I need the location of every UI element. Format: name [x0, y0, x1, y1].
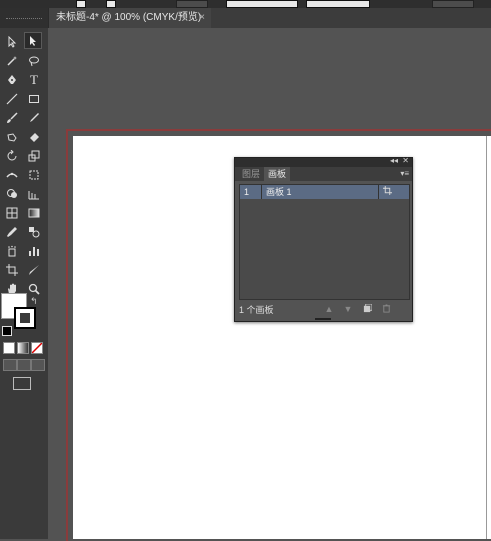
artboard-options-icon[interactable]	[383, 185, 392, 199]
close-tab-icon[interactable]: ×	[199, 8, 205, 28]
slice-tool-icon[interactable]	[25, 261, 43, 278]
document-tab[interactable]: 未标题-4* @ 100% (CMYK/预览) ×	[48, 8, 211, 28]
tools-panel-grip[interactable]	[0, 8, 48, 28]
panel-menu-icon[interactable]: ▾≡	[400, 169, 409, 178]
rotate-tool-icon[interactable]	[3, 147, 21, 164]
pencil-tool-icon[interactable]	[25, 109, 43, 126]
artboard-tool-icon[interactable]	[3, 261, 21, 278]
shape-builder-tool-icon[interactable]	[3, 185, 21, 202]
artboard-list: 1 画板 1	[239, 184, 410, 300]
zoom-tool-icon[interactable]	[25, 280, 43, 297]
selection-tool-icon[interactable]	[3, 33, 21, 50]
rectangle-tool-icon[interactable]	[25, 90, 43, 107]
lasso-tool-icon[interactable]	[25, 52, 43, 69]
move-up-icon[interactable]: ▲	[324, 304, 334, 314]
scale-tool-icon[interactable]	[25, 147, 43, 164]
none-mode-icon[interactable]	[31, 342, 43, 354]
eraser-tool-icon[interactable]	[25, 128, 43, 145]
type-tool-icon[interactable]: T	[25, 71, 43, 88]
swap-fill-stroke-icon[interactable]: ↰	[30, 296, 38, 307]
stroke-weight-field[interactable]	[176, 0, 208, 8]
delete-artboard-icon[interactable]	[381, 304, 391, 314]
paintbrush-tool-icon[interactable]	[3, 109, 21, 126]
width-tool-icon[interactable]	[3, 166, 21, 183]
artboard-name: 画板 1	[266, 187, 292, 197]
draw-behind-icon[interactable]	[17, 359, 31, 371]
stroke-swatch[interactable]	[14, 307, 36, 329]
change-screen-mode-icon[interactable]	[13, 377, 31, 390]
direct-selection-tool-icon[interactable]	[24, 32, 42, 49]
opacity-field[interactable]	[432, 0, 474, 8]
tab-layers[interactable]: 图层	[238, 167, 264, 181]
color-mode-icon[interactable]	[3, 342, 15, 354]
perspective-grid-tool-icon[interactable]	[25, 185, 43, 202]
variable-width-profile-dropdown[interactable]	[226, 0, 298, 8]
panel-resize-handle[interactable]	[315, 318, 331, 320]
artboard-count: 1 个画板	[239, 305, 274, 315]
column-graph-tool-icon[interactable]	[25, 242, 43, 259]
brush-definition-dropdown[interactable]	[306, 0, 370, 8]
new-artboard-icon[interactable]	[362, 303, 372, 314]
artboard-number: 1	[244, 187, 250, 197]
artboard-row[interactable]: 1 画板 1	[240, 185, 409, 199]
line-segment-tool-icon[interactable]	[3, 90, 21, 107]
gradient-tool-icon[interactable]	[25, 204, 43, 221]
artboards-panel: ◂◂ ✕ 图层 画板 ▾≡ 1 画板 1 1 个画板 ▲ ▼	[234, 156, 413, 322]
document-tab-bar: 未标题-4* @ 100% (CMYK/预览) ×	[48, 8, 491, 28]
blob-brush-tool-icon[interactable]	[3, 128, 21, 145]
control-bar	[0, 0, 491, 8]
collapse-panel-icon[interactable]: ◂◂	[390, 156, 398, 165]
blend-tool-icon[interactable]	[25, 223, 43, 240]
tools-panel: T ↰	[0, 8, 49, 539]
free-transform-tool-icon[interactable]	[25, 166, 43, 183]
fill-color-dropdown[interactable]	[76, 0, 86, 8]
panel-titlebar[interactable]: ◂◂ ✕	[235, 156, 412, 167]
close-panel-icon[interactable]: ✕	[402, 156, 409, 165]
draw-normal-icon[interactable]	[3, 359, 17, 371]
magic-wand-tool-icon[interactable]	[3, 52, 21, 69]
stroke-color-dropdown[interactable]	[106, 0, 116, 8]
mesh-tool-icon[interactable]	[3, 204, 21, 221]
panel-tabs: 图层 画板 ▾≡	[235, 167, 412, 181]
eyedropper-tool-icon[interactable]	[3, 223, 21, 240]
tab-artboards[interactable]: 画板	[264, 167, 291, 181]
document-tab-title: 未标题-4* @ 100% (CMYK/预览)	[56, 12, 202, 23]
symbol-sprayer-tool-icon[interactable]	[3, 242, 21, 259]
default-fill-stroke-icon[interactable]	[2, 326, 12, 336]
move-down-icon[interactable]: ▼	[343, 304, 353, 314]
draw-inside-icon[interactable]	[31, 359, 45, 371]
gradient-mode-icon[interactable]	[17, 342, 29, 354]
pen-tool-icon[interactable]	[3, 71, 21, 88]
